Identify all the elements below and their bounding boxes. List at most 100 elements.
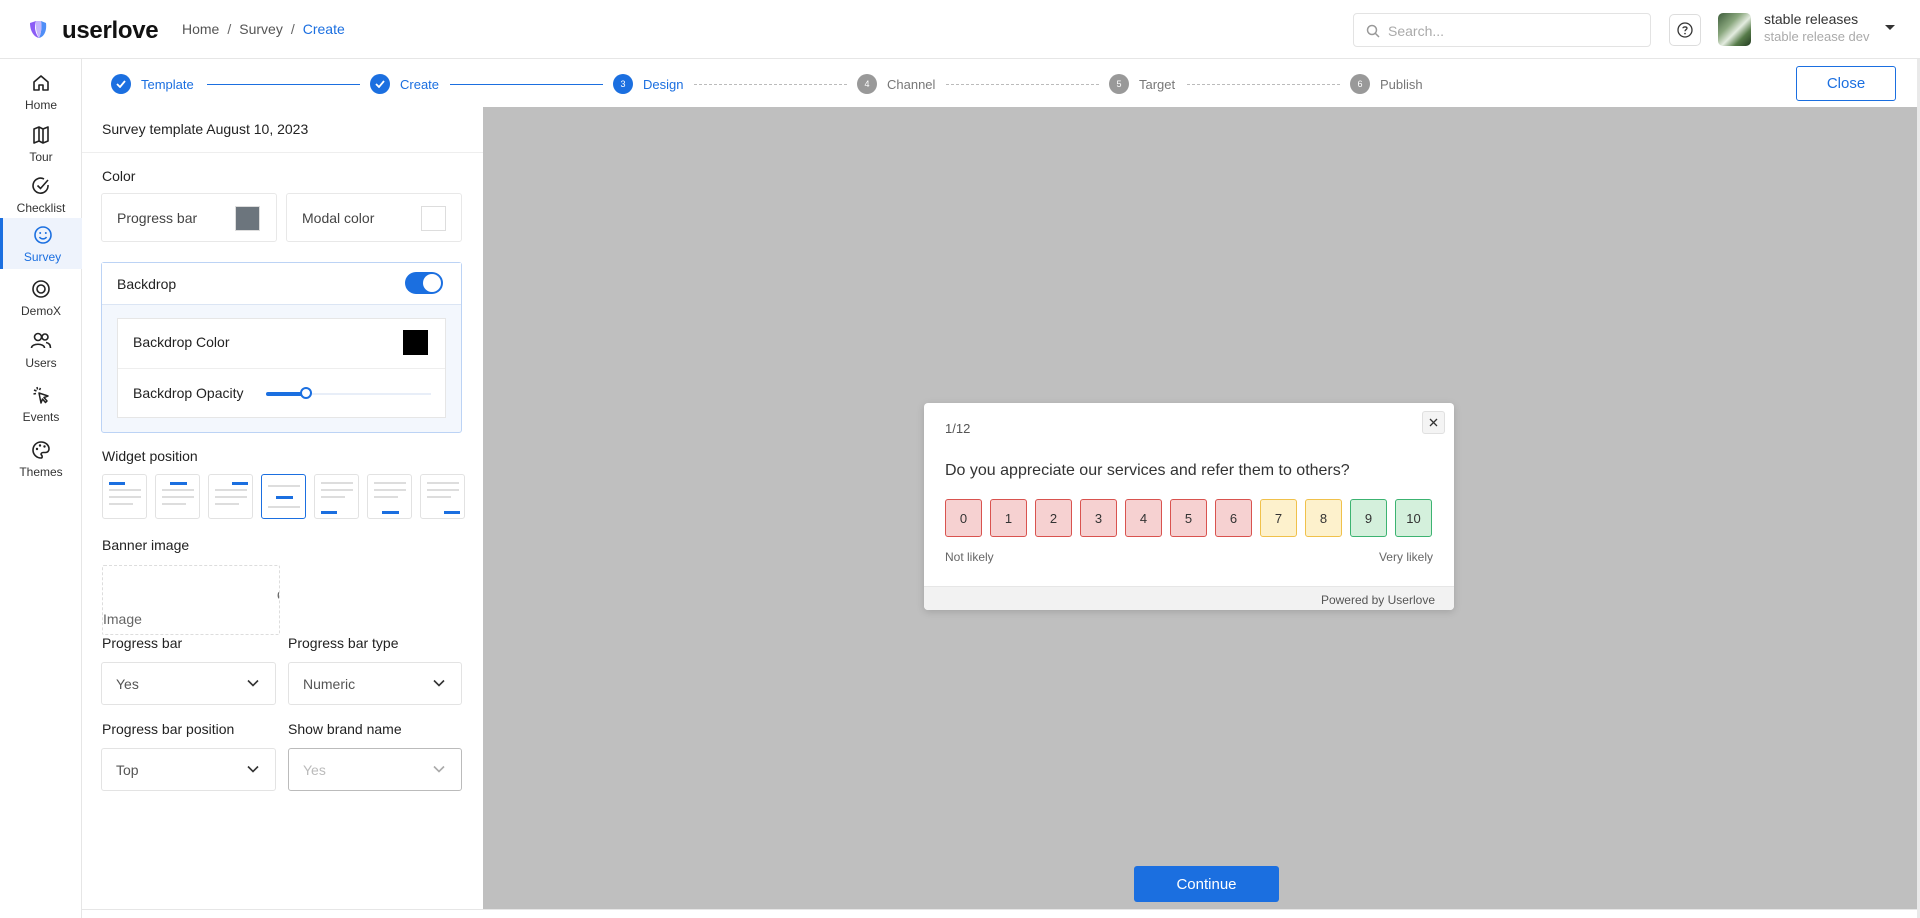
step-number: 6 [1350,74,1370,94]
banner-image-placeholder: Image [103,606,279,634]
chevron-down-icon [247,765,259,773]
progress-bar-type-select[interactable]: Numeric [288,662,462,705]
placeholder-line [427,496,451,498]
widget-position-option[interactable] [314,474,359,519]
chevron-down-icon [433,679,445,687]
search-input[interactable] [1388,20,1638,42]
nps-option-0[interactable]: 0 [945,499,982,537]
step-target[interactable]: 5 Target [1109,74,1175,94]
caret-down-icon[interactable] [1884,24,1896,32]
search-box [1353,13,1651,47]
nav-item-checklist[interactable]: Checklist [0,169,82,219]
nps-option-8[interactable]: 8 [1305,499,1342,537]
nps-option-9[interactable]: 9 [1350,499,1387,537]
placeholder-line [268,506,300,508]
close-icon [1429,418,1438,427]
userlove-logo-icon [30,21,47,38]
nps-option-1[interactable]: 1 [990,499,1027,537]
nps-option-5[interactable]: 5 [1170,499,1207,537]
breadcrumb-separator: / [227,21,232,37]
survey-question: Do you appreciate our services and refer… [945,462,1350,479]
nav-label-checklist: Checklist [16,201,66,215]
nav-label-users: Users [25,356,57,370]
nav-item-tour[interactable]: Tour [0,118,82,168]
show-brand-name-select[interactable]: Yes [288,748,462,791]
nav-label-demox: DemoX [20,304,61,318]
survey-modal-preview: 1/12 Do you appreciate our services and … [924,403,1454,610]
breadcrumb-create: Create [302,21,345,37]
nav-item-survey[interactable]: Survey [0,218,82,269]
backdrop-color-swatch[interactable] [403,330,428,355]
breadcrumb-separator: / [290,21,295,37]
modal-color-card[interactable]: Modal color [286,193,462,242]
breadcrumb-home[interactable]: Home [182,21,219,37]
position-indicator [276,496,293,499]
nav-item-events[interactable]: Events [0,378,82,428]
nav-item-demox[interactable]: DemoX [0,272,82,322]
color-heading: Color [102,168,136,184]
widget-position-option[interactable] [420,474,465,519]
backdrop-opacity-label: Backdrop Opacity [133,385,244,401]
preview-canvas: 1/12 Do you appreciate our services and … [483,107,1917,909]
progress-bar-color-swatch[interactable] [235,206,260,231]
progress-bar-select[interactable]: Yes [101,662,276,705]
avatar[interactable] [1718,13,1751,46]
step-channel[interactable]: 4 Channel [857,74,935,94]
step-design[interactable]: 3 Design [613,74,683,94]
widget-position-option[interactable] [261,474,306,519]
close-button[interactable]: Close [1796,66,1896,101]
survey-title: Survey template August 10, 2023 [102,121,309,137]
nps-option-4[interactable]: 4 [1125,499,1162,537]
placeholder-line [427,489,459,491]
nps-option-3[interactable]: 3 [1080,499,1117,537]
help-button[interactable] [1669,14,1701,46]
step-connector [207,84,360,85]
step-publish[interactable]: 6 Publish [1350,74,1423,94]
modal-color-swatch[interactable] [421,206,446,231]
smile-icon [33,226,52,244]
backdrop-toggle[interactable] [405,272,443,294]
survey-progress-text: 1/12 [945,421,971,436]
breadcrumb-survey[interactable]: Survey [239,21,283,37]
modal-footer: Powered by Userlove [924,586,1454,610]
show-brand-name-label: Show brand name [288,721,402,737]
nps-option-6[interactable]: 6 [1215,499,1252,537]
step-create[interactable]: Create [370,74,439,94]
nps-option-7[interactable]: 7 [1260,499,1297,537]
powered-by-text: Powered by Userlove [1320,593,1435,607]
widget-position-option[interactable] [208,474,253,519]
step-connector [450,84,603,85]
search-icon [1366,24,1380,38]
nav-item-home[interactable]: Home [0,66,82,116]
scale-low-label: Not likely [945,550,994,564]
step-label: Template [141,76,194,92]
step-number: 4 [857,74,877,94]
users-icon [30,332,52,349]
nps-option-2[interactable]: 2 [1035,499,1072,537]
modal-close-button[interactable] [1422,411,1445,434]
step-label: Create [400,76,440,92]
progress-bar-position-label: Progress bar position [102,721,235,737]
help-icon [1677,22,1693,38]
progress-bar-color-card[interactable]: Progress bar [101,193,277,242]
progress-bar-position-select[interactable]: Top [101,748,276,791]
nps-option-10[interactable]: 10 [1395,499,1432,537]
continue-button[interactable]: Continue [1134,866,1279,902]
nav-item-themes[interactable]: Themes [0,433,82,483]
progress-bar-label: Progress bar [102,635,183,651]
step-template[interactable]: Template [111,74,194,94]
select-value: Yes [303,762,326,778]
step-check-icon [370,74,390,94]
opacity-slider-thumb[interactable] [299,387,312,399]
widget-position-option[interactable] [155,474,200,519]
nav-item-users[interactable]: Users [0,324,82,374]
placeholder-line [109,489,141,491]
banner-image-upload[interactable]: d Image [102,565,280,635]
widget-position-option[interactable] [367,474,412,519]
placeholder-line [374,482,406,484]
backdrop-header: Backdrop [102,263,461,305]
step-label: Channel [887,76,936,92]
widget-position-option[interactable] [102,474,147,519]
palette-icon [32,441,50,459]
nav-label-home: Home [24,98,57,112]
